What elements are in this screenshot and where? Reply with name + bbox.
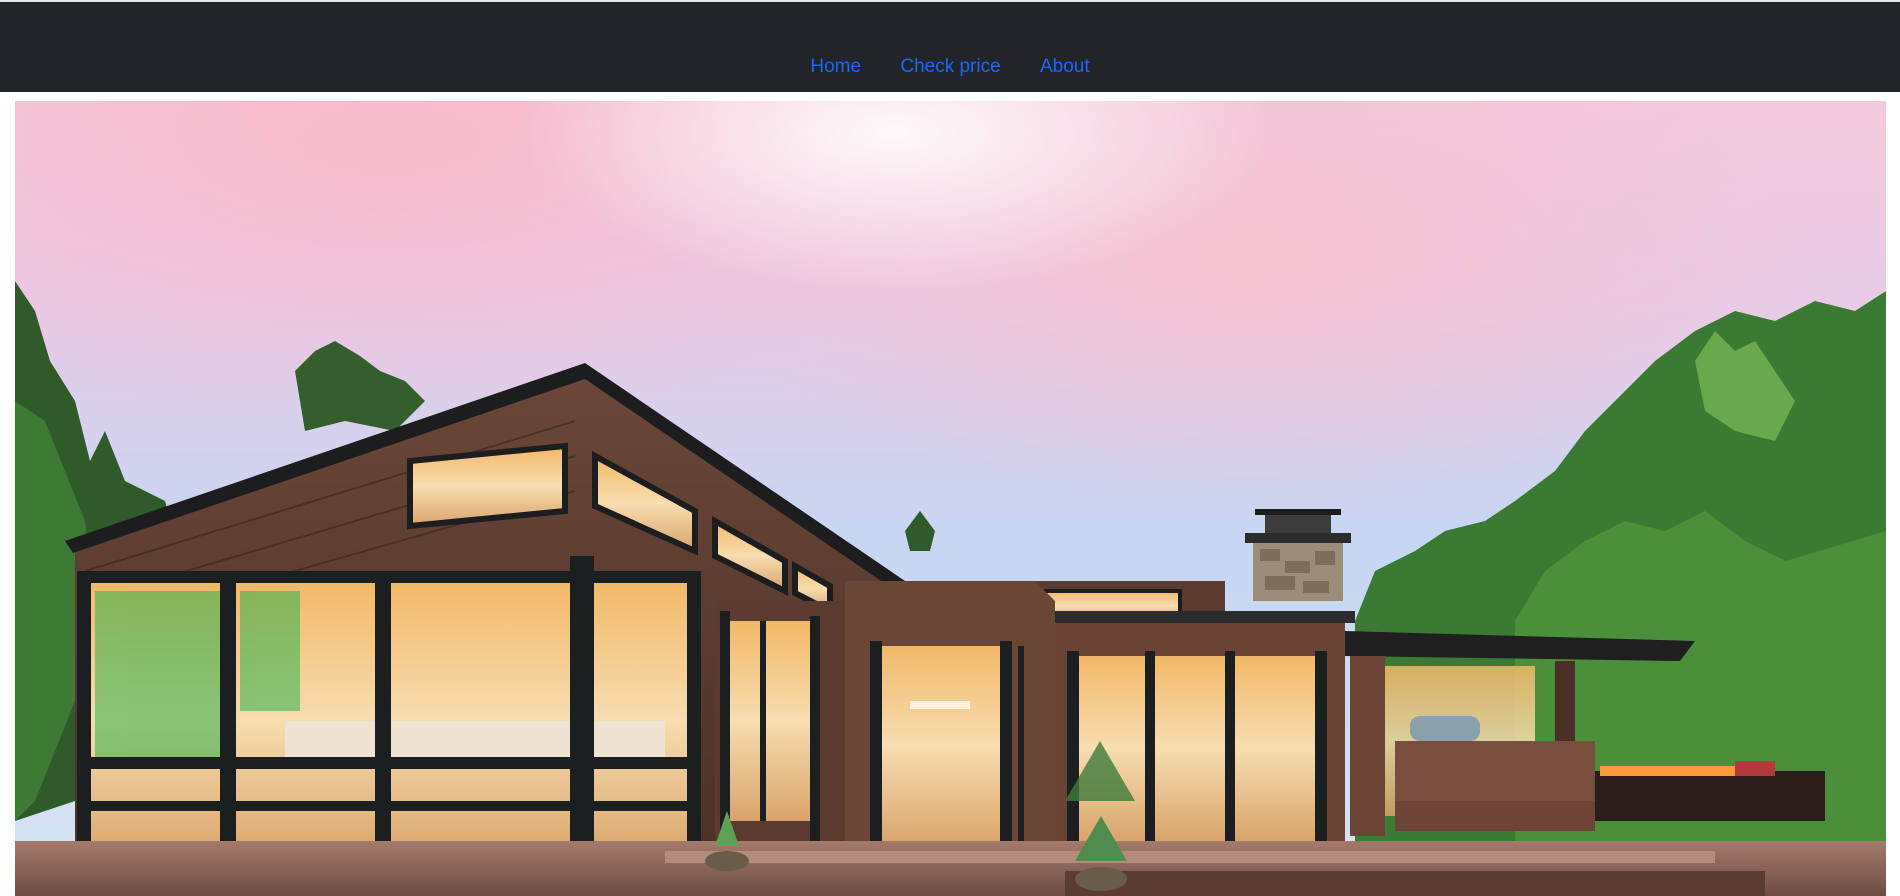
nav-link-check-price[interactable]: Check price (900, 56, 1000, 77)
house-photo-illustration (15, 101, 1886, 896)
nav-link-home[interactable]: Home (810, 56, 861, 77)
nav-link-about[interactable]: About (1040, 56, 1090, 77)
nav-links: Home Check price About (0, 56, 1900, 78)
top-navbar: Home Check price About (0, 0, 1900, 92)
page-margin-right (1886, 92, 1900, 896)
hero-image (15, 101, 1886, 896)
page-margin-left (0, 92, 15, 896)
